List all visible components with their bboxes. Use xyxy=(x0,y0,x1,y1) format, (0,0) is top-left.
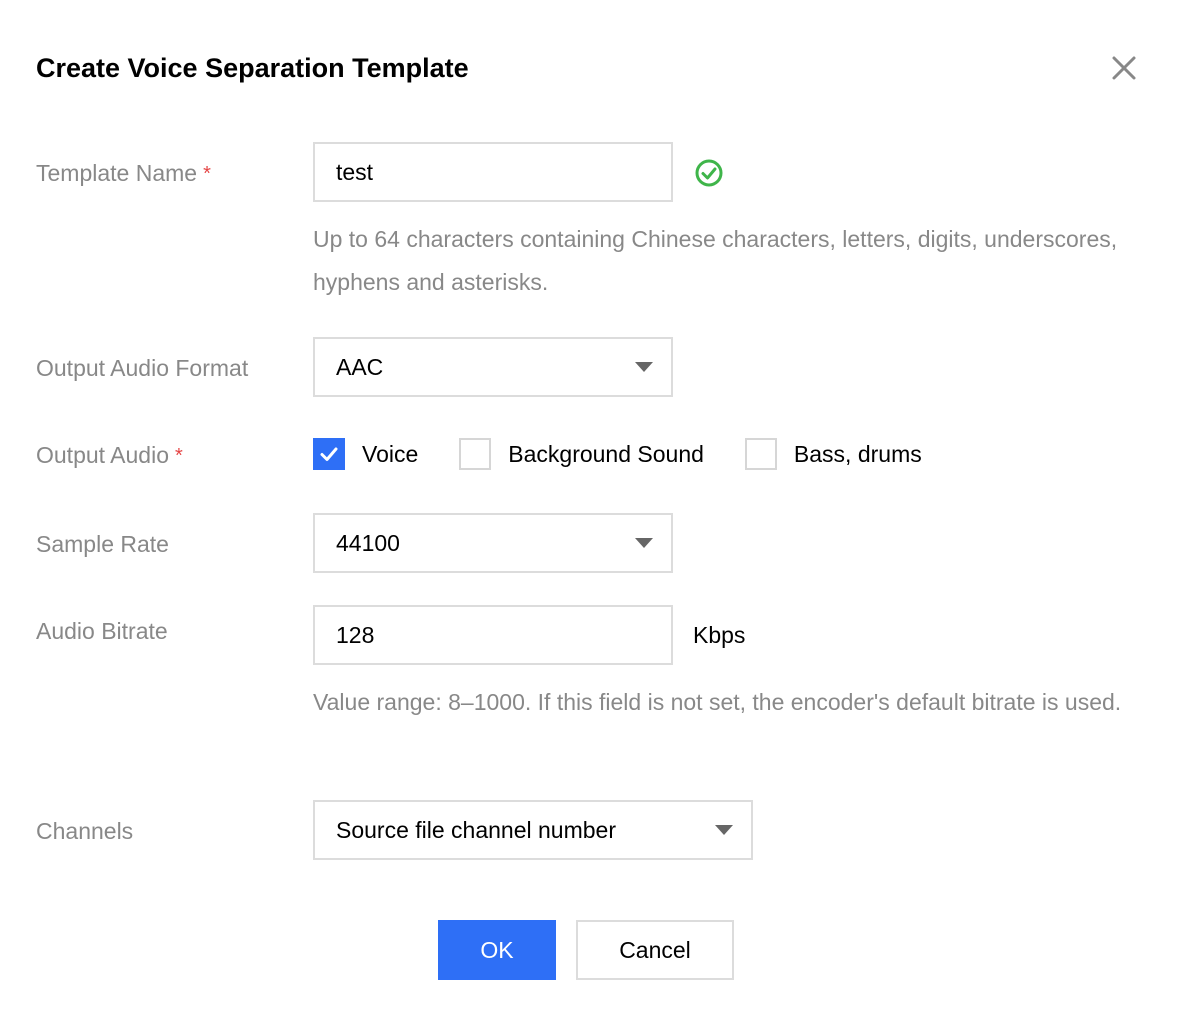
cancel-button[interactable]: Cancel xyxy=(576,920,734,980)
audio-bitrate-value: 128 xyxy=(336,621,375,648)
create-template-dialog: Create Voice Separation Template Templat… xyxy=(0,0,1180,1024)
template-name-input[interactable]: test xyxy=(313,142,673,202)
output-audio-format-label: Output Audio Format xyxy=(36,352,248,384)
close-button[interactable] xyxy=(1108,52,1140,84)
template-name-hint: Up to 64 characters containing Chinese c… xyxy=(313,226,1118,295)
checkbox-box-checked[interactable] xyxy=(313,438,345,470)
audio-bitrate-unit: Kbps xyxy=(693,622,746,648)
ok-button[interactable]: OK xyxy=(438,920,556,980)
audio-bitrate-label-text: Audio Bitrate xyxy=(36,618,168,644)
background-sound-checkbox[interactable]: Background Sound xyxy=(459,438,704,470)
output-audio-format-value: AAC xyxy=(336,353,384,380)
dialog-title: Create Voice Separation Template xyxy=(36,53,469,83)
background-sound-label: Background Sound xyxy=(508,440,704,467)
template-name-value: test xyxy=(336,158,374,185)
sample-rate-value: 44100 xyxy=(336,529,400,556)
check-circle-icon xyxy=(695,159,723,187)
required-mark: * xyxy=(175,445,183,467)
bass-drums-checkbox[interactable]: Bass, drums xyxy=(744,438,922,470)
caret-down-icon xyxy=(635,538,653,548)
sample-rate-label-text: Sample Rate xyxy=(36,531,169,557)
channels-value: Source file channel number xyxy=(336,816,616,843)
voice-label: Voice xyxy=(362,440,419,467)
bass-drums-label: Bass, drums xyxy=(793,440,922,467)
audio-bitrate-label: Audio Bitrate xyxy=(36,615,168,647)
checkbox-box[interactable] xyxy=(459,438,492,470)
checkbox-box[interactable] xyxy=(744,438,777,470)
caret-down-icon xyxy=(635,362,653,372)
audio-bitrate-input[interactable]: 128 xyxy=(313,605,673,665)
output-audio-options: Voice Background Sound Bass, drums xyxy=(313,436,922,472)
caret-down-icon xyxy=(715,825,733,835)
template-name-label: Template Name * xyxy=(36,157,211,191)
voice-checkbox[interactable]: Voice xyxy=(313,438,418,470)
output-audio-format-label-text: Output Audio Format xyxy=(36,355,249,381)
channels-label-text: Channels xyxy=(36,818,134,844)
output-audio-format-select[interactable]: AAC xyxy=(313,337,673,397)
sample-rate-select[interactable]: 44100 xyxy=(313,513,673,573)
checkmark-icon xyxy=(320,447,338,461)
channels-label: Channels xyxy=(36,815,133,847)
sample-rate-label: Sample Rate xyxy=(36,528,169,560)
output-audio-label-text: Output Audio xyxy=(36,442,169,468)
output-audio-label: Output Audio * xyxy=(36,439,183,473)
required-mark: * xyxy=(203,163,211,185)
close-icon xyxy=(1112,56,1136,80)
template-name-label-text: Template Name xyxy=(36,160,198,186)
audio-bitrate-hint: Value range: 8–1000. If this field is no… xyxy=(313,689,1122,715)
channels-select[interactable]: Source file channel number xyxy=(313,800,753,860)
